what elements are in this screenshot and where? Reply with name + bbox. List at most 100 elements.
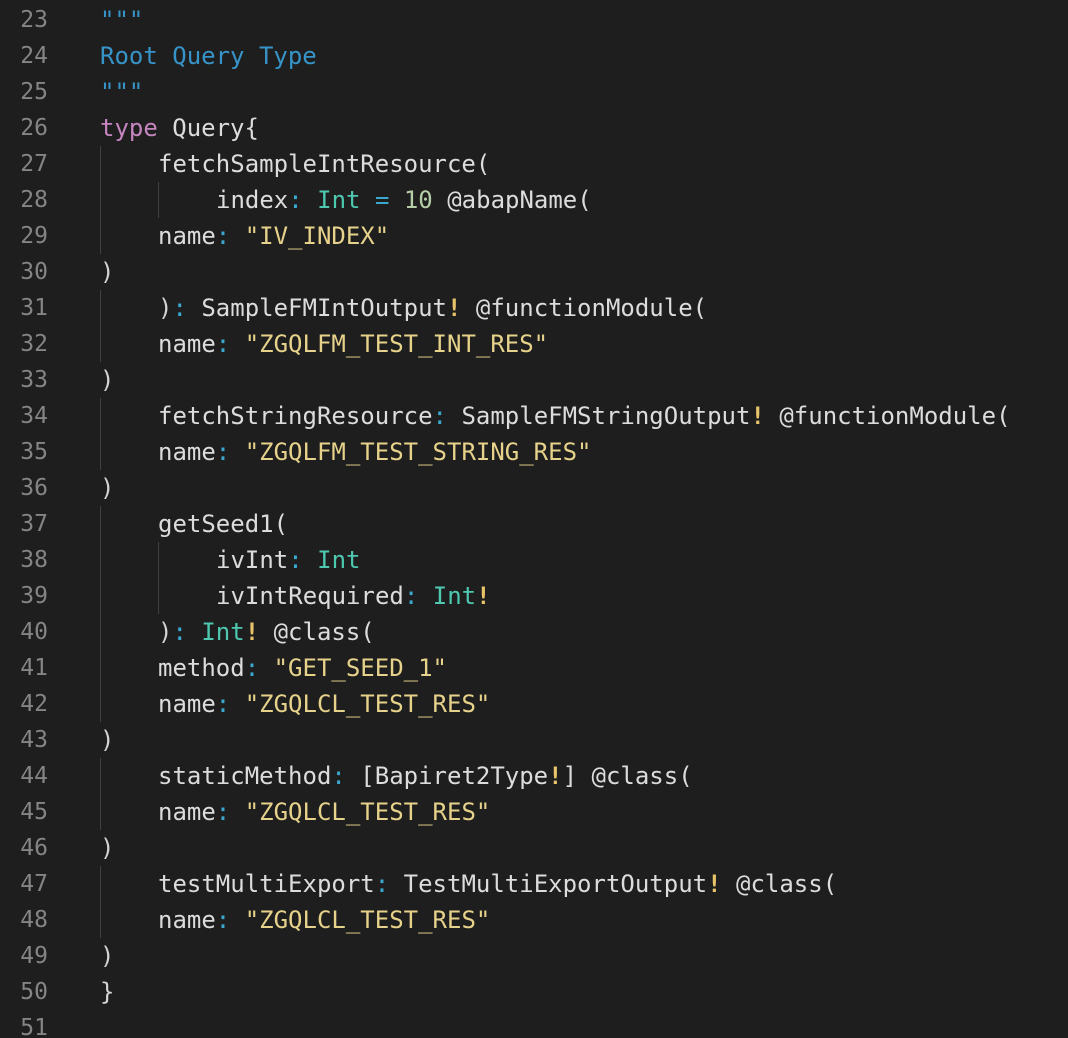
line-number: 33	[20, 367, 48, 393]
code-token: !	[707, 870, 722, 898]
code-token: staticMethod	[158, 762, 332, 790]
code-token: ] @class(	[562, 762, 693, 790]
code-token: "ZGQLCL_TEST_RES"	[230, 690, 491, 718]
code-text: ivIntRequired: Int!	[216, 578, 491, 614]
code-token: "ZGQLFM_TEST_STRING_RES"	[230, 438, 592, 466]
code-token: !	[750, 402, 765, 430]
line-number: 44	[20, 763, 48, 789]
code-token: :	[331, 762, 346, 790]
code-token: @class(	[721, 870, 838, 898]
code-line[interactable]: 45 name: "ZGQLCL_TEST_RES"	[0, 794, 1068, 830]
code-line[interactable]: 28 index: Int = 10 @abapName(	[0, 182, 1068, 218]
code-line[interactable]: 47 testMultiExport: TestMultiExportOutput…	[0, 866, 1068, 902]
code-text: """	[100, 2, 143, 38]
code-token: !	[476, 582, 491, 610]
code-line[interactable]: 42 name: "ZGQLCL_TEST_RES"	[0, 686, 1068, 722]
code-token: :	[432, 402, 447, 430]
code-line[interactable]: 51	[0, 1010, 1068, 1038]
code-line[interactable]: 31 ): SampleFMIntOutput! @functionModule(	[0, 290, 1068, 326]
line-number: 36	[20, 475, 48, 501]
code-token: @class(	[259, 618, 375, 646]
code-line[interactable]: 27 fetchSampleIntResource(	[0, 146, 1068, 182]
code-token: !	[244, 618, 260, 646]
code-token: name	[158, 222, 216, 250]
code-token: testMultiExport	[158, 870, 375, 898]
line-number: 37	[20, 511, 48, 537]
code-line[interactable]: 23 """	[0, 2, 1068, 38]
code-token: name	[158, 330, 216, 358]
code-token: """	[100, 6, 144, 34]
code-line[interactable]: 25 """	[0, 74, 1068, 110]
line-number: 31	[20, 295, 48, 321]
code-text: ): SampleFMIntOutput! @functionModule(	[158, 290, 707, 326]
code-line[interactable]: 44 staticMethod: [Bapiret2Type!] @class(	[0, 758, 1068, 794]
indent-guide	[100, 758, 101, 830]
code-line[interactable]: 36)	[0, 470, 1068, 506]
code-token: :	[215, 798, 231, 826]
code-text: ): Int! @class(	[158, 614, 375, 650]
code-token: Int	[418, 582, 477, 610]
line-number: 28	[20, 187, 48, 213]
line-number: 29	[20, 223, 48, 249]
code-text: )	[100, 830, 114, 866]
indent-guide	[158, 182, 159, 218]
code-token: :	[172, 294, 187, 322]
code-line[interactable]: 41 method: "GET_SEED_1"	[0, 650, 1068, 686]
code-line[interactable]: 38 ivInt: Int	[0, 542, 1068, 578]
line-number: 42	[20, 691, 48, 717]
code-line[interactable]: 32 name: "ZGQLFM_TEST_INT_RES"	[0, 326, 1068, 362]
code-text: type Query{	[100, 110, 259, 146]
code-line[interactable]: 48 name: "ZGQLCL_TEST_RES"	[0, 902, 1068, 938]
code-line[interactable]: 33)	[0, 362, 1068, 398]
indent-guide	[100, 146, 101, 254]
code-token: index	[216, 186, 289, 214]
line-number: 46	[20, 835, 48, 861]
code-token: Query{	[157, 114, 259, 142]
code-line[interactable]: 49)	[0, 938, 1068, 974]
code-line[interactable]: 40): Int! @class(	[0, 614, 1068, 650]
code-line[interactable]: 39 ivIntRequired: Int!	[0, 578, 1068, 614]
code-token: Int	[302, 186, 361, 214]
code-token: fetchStringResource	[158, 402, 433, 430]
code-token: }	[100, 978, 115, 1006]
code-text: name: "ZGQLFM_TEST_STRING_RES"	[158, 434, 591, 470]
code-token: method	[158, 654, 245, 682]
code-token: name	[158, 690, 216, 718]
code-text: )	[100, 362, 114, 398]
code-token: :	[172, 618, 187, 646]
code-text: Root Query Type	[100, 38, 317, 74]
code-token: """	[100, 78, 144, 106]
code-token: "ZGQLCL_TEST_RES"	[230, 906, 491, 934]
code-token: !	[548, 762, 563, 790]
code-token: ivIntRequired	[216, 582, 404, 610]
code-line[interactable]: 50}	[0, 974, 1068, 1010]
code-text: )	[100, 722, 114, 758]
line-number: 27	[20, 151, 48, 177]
code-token: "IV_INDEX"	[230, 222, 390, 250]
code-editor[interactable]: 23 """ 24 Root Query Type 25 """ 26 type Query{…	[0, 0, 1068, 1038]
indent-guide	[100, 398, 101, 470]
code-token: )	[100, 834, 115, 862]
code-line[interactable]: 30)	[0, 254, 1068, 290]
code-token: :	[215, 906, 231, 934]
code-token: "ZGQLFM_TEST_INT_RES"	[230, 330, 549, 358]
line-number: 48	[20, 907, 48, 933]
line-number: 41	[20, 655, 48, 681]
code-line[interactable]: 26 type Query{	[0, 110, 1068, 146]
code-token: ivInt	[216, 546, 289, 574]
code-text: name: "ZGQLCL_TEST_RES"	[158, 686, 490, 722]
code-token: getSeed1(	[158, 510, 289, 538]
code-line[interactable]: 34 fetchStringResource: SampleFMStringOut…	[0, 398, 1068, 434]
code-text: fetchSampleIntResource(	[158, 146, 490, 182]
code-token: "ZGQLCL_TEST_RES"	[230, 798, 491, 826]
line-number: 30	[20, 259, 48, 285]
code-text: fetchStringResource: SampleFMStringOutpu…	[158, 398, 1011, 434]
code-line[interactable]: 24 Root Query Type	[0, 38, 1068, 74]
code-line[interactable]: 35 name: "ZGQLFM_TEST_STRING_RES"	[0, 434, 1068, 470]
code-line[interactable]: 37 getSeed1(	[0, 506, 1068, 542]
code-line[interactable]: 29 name: "IV_INDEX"	[0, 218, 1068, 254]
code-line[interactable]: 46)	[0, 830, 1068, 866]
code-line[interactable]: 43)	[0, 722, 1068, 758]
code-token: )	[100, 942, 115, 970]
code-token: :	[403, 582, 419, 610]
